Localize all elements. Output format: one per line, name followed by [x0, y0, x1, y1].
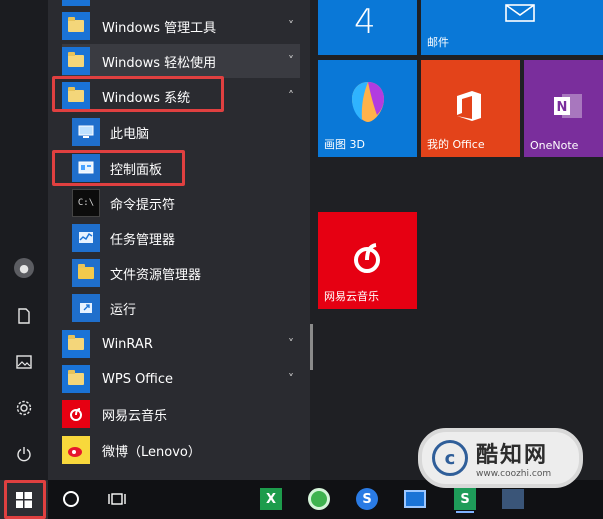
chevron-down-icon: ˅	[288, 337, 294, 351]
watermark-url: www.coozhi.com	[476, 469, 552, 479]
folder-windows-ease-of-access[interactable]: Windows 轻松使用 ˅	[62, 44, 300, 78]
tile-onenote[interactable]: N OneNote	[524, 60, 603, 157]
app-netease-music[interactable]: 网易云音乐	[62, 397, 300, 431]
folder-label: WPS Office	[102, 371, 174, 387]
tile-label: 我的 Office	[427, 138, 485, 151]
tile-label: 邮件	[427, 36, 449, 49]
app-list-scrollbar[interactable]	[310, 324, 313, 370]
documents-button[interactable]	[8, 300, 40, 332]
taskbar-wps-app[interactable]: S	[450, 484, 480, 514]
app-weibo[interactable]: 微博（Lenovo）	[62, 433, 300, 467]
coozhi-logo-icon: c	[432, 440, 468, 476]
highlight-windows-system	[52, 76, 224, 112]
sogou-icon: S	[356, 488, 378, 510]
app-task-manager[interactable]: 任务管理器	[72, 221, 300, 255]
highlight-start-button	[4, 480, 46, 519]
document-icon	[18, 308, 30, 324]
app-label: 运行	[110, 302, 137, 318]
netease-music-icon	[62, 400, 90, 428]
tile-label: OneNote	[530, 139, 579, 152]
folder-icon	[62, 365, 90, 393]
tile-label: 网易云音乐	[324, 290, 379, 303]
task-view-icon	[108, 493, 126, 505]
app-label: 微博（Lenovo）	[102, 444, 201, 460]
folder-wps-office[interactable]: WPS Office ˅	[62, 362, 300, 396]
weibo-icon	[62, 436, 90, 464]
power-icon	[17, 447, 31, 462]
file-explorer-icon	[72, 259, 100, 287]
app-list: Windows 管理工具 ˅ Windows 轻松使用 ˅ Windows 系统…	[48, 0, 310, 480]
taskbar-excel-app[interactable]: X	[256, 484, 286, 514]
user-account-button[interactable]: ●	[8, 252, 40, 284]
circle-search-icon	[63, 491, 79, 507]
highlight-control-panel	[52, 150, 185, 186]
folder-icon	[62, 12, 90, 40]
user-icon: ●	[14, 258, 34, 278]
netease-music-icon	[354, 243, 380, 273]
app-window-icon	[502, 489, 524, 509]
svg-text:N: N	[557, 100, 568, 115]
app-label: 命令提示符	[110, 197, 176, 213]
folder-label: WinRAR	[102, 336, 153, 352]
taskbar-app-6[interactable]	[498, 484, 528, 514]
wps-icon: S	[454, 488, 476, 510]
folder-windows-admin-tools[interactable]: Windows 管理工具 ˅	[62, 9, 300, 43]
paint3d-icon	[352, 82, 384, 122]
taskbar-blue-app[interactable]	[400, 484, 430, 514]
start-left-rail: ●	[0, 0, 48, 480]
calendar-date: 4	[354, 2, 376, 42]
settings-button[interactable]	[8, 392, 40, 424]
green-circle-app-icon	[308, 488, 330, 510]
spreadsheet-icon: X	[260, 488, 282, 510]
app-command-prompt[interactable]: C:\ 命令提示符	[72, 186, 300, 220]
tile-calendar[interactable]: 4	[318, 0, 417, 55]
app-file-explorer[interactable]: 文件资源管理器	[72, 256, 300, 290]
app-label: 此电脑	[110, 126, 150, 142]
cmd-icon: C:\	[72, 189, 100, 217]
tile-paint3d[interactable]: 画图 3D	[318, 60, 417, 157]
pictures-button[interactable]	[8, 346, 40, 378]
tile-label: 画图 3D	[324, 138, 365, 151]
task-view-button[interactable]	[102, 484, 132, 514]
folder-label: Windows 管理工具	[102, 20, 217, 36]
onenote-icon: N	[554, 94, 582, 118]
picture-icon	[16, 355, 32, 369]
mail-icon	[505, 4, 535, 22]
partial-folder-tile	[62, 0, 90, 6]
power-button[interactable]	[8, 438, 40, 470]
gear-icon	[16, 400, 32, 416]
app-label: 任务管理器	[110, 232, 176, 248]
app-label: 文件资源管理器	[110, 267, 202, 283]
folder-icon	[62, 330, 90, 358]
chevron-down-icon: ˅	[288, 19, 294, 33]
computer-icon	[72, 118, 100, 146]
office-icon	[457, 91, 481, 121]
tile-mail[interactable]: 邮件	[421, 0, 603, 55]
app-label: 网易云音乐	[102, 408, 168, 424]
watermark-title: 酷知网	[476, 443, 549, 468]
taskbar-green-app[interactable]	[304, 484, 334, 514]
chevron-up-icon: ˄	[288, 89, 294, 103]
app-this-pc[interactable]: 此电脑	[72, 115, 300, 149]
cortana-search-button[interactable]	[56, 484, 86, 514]
tile-netease-music[interactable]: 网易云音乐	[318, 212, 417, 309]
tile-my-office[interactable]: 我的 Office	[421, 60, 520, 157]
app-run[interactable]: 运行	[72, 291, 300, 325]
task-manager-icon	[72, 224, 100, 252]
taskbar-sogou-app[interactable]: S	[352, 484, 382, 514]
folder-label: Windows 轻松使用	[102, 55, 217, 71]
blue-window-icon	[404, 490, 426, 508]
chevron-down-icon: ˅	[288, 54, 294, 68]
run-icon	[72, 294, 100, 322]
coozhi-watermark: c 酷知网 www.coozhi.com	[418, 428, 583, 488]
folder-icon	[62, 47, 90, 75]
folder-winrar[interactable]: WinRAR ˅	[62, 327, 300, 361]
chevron-down-icon: ˅	[288, 372, 294, 386]
